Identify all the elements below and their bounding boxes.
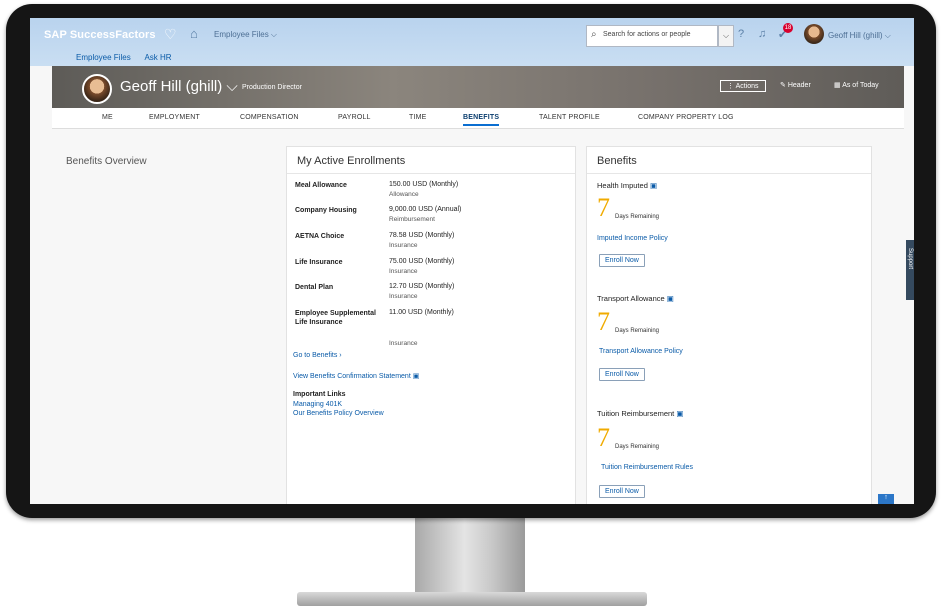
support-label: Support: [907, 248, 913, 270]
tab-employment[interactable]: EMPLOYMENT: [149, 114, 200, 121]
days-count: 7: [597, 193, 610, 222]
tab-compensation[interactable]: COMPENSATION: [240, 114, 299, 121]
enrollment-type: Insurance: [389, 268, 418, 275]
user-avatar[interactable]: [804, 24, 824, 44]
search-input[interactable]: ⌕ Search for actions or people: [586, 25, 718, 47]
document-icon[interactable]: ▣: [676, 409, 683, 418]
tab-benefits[interactable]: BENEFITS: [463, 114, 500, 126]
days-count: 7: [597, 423, 610, 452]
panel-divider: [587, 173, 871, 174]
tab-bar: ME EMPLOYMENT COMPENSATION PAYROLL TIME …: [52, 108, 904, 129]
sub-links: Employee Files Ask HR: [76, 53, 184, 62]
days-remaining-label: Days Remaining: [615, 444, 660, 450]
employee-avatar: [82, 74, 112, 104]
days-remaining-label: Days Remaining: [615, 214, 660, 220]
enroll-now-button[interactable]: Enroll Now: [599, 485, 645, 498]
enrollment-type: Reimbursement: [389, 216, 435, 223]
benefit-name: Transport Allowance ▣: [597, 294, 674, 303]
enrollment-label: Employee Supplemental Life Insurance: [295, 310, 376, 326]
enrollment-type: Insurance: [389, 242, 418, 249]
monitor-stand-base: [297, 592, 647, 606]
shell-bar: SAP SuccessFactors ♡ ⌂ Employee Files ⌵ …: [30, 18, 914, 66]
support-tab[interactable]: Support: [906, 240, 914, 300]
enrollment-label: Life Insurance: [295, 259, 343, 266]
link-managing-401k[interactable]: Managing 401K: [293, 401, 342, 408]
enrollment-value: 75.00 USD (Monthly): [389, 258, 455, 265]
link-employee-files[interactable]: Employee Files: [76, 53, 131, 62]
notification-badge: 18: [783, 23, 793, 33]
enrollment-value: 9,000.00 USD (Annual): [389, 206, 462, 213]
bell-icon[interactable]: ♫: [758, 28, 766, 40]
enrollment-value: 11.00 USD (Monthly): [389, 309, 454, 316]
benefits-panel: Benefits Health Imputed ▣ 7 Days Remaini…: [586, 146, 872, 504]
search-scope-dropdown[interactable]: ⌵: [718, 25, 734, 47]
pencil-icon: ✎: [780, 82, 788, 89]
enrollment-type: Insurance: [389, 293, 418, 300]
employee-title: Production Director: [242, 84, 302, 91]
policy-link[interactable]: Tuition Reimbursement Rules: [601, 464, 693, 471]
header-toggle[interactable]: ✎ Header: [780, 81, 811, 89]
enrollment-value: 150.00 USD (Monthly): [389, 181, 459, 188]
link-benefits-policy[interactable]: Our Benefits Policy Overview: [293, 410, 384, 417]
panel-divider: [287, 173, 575, 174]
monitor: SAP SuccessFactors ♡ ⌂ Employee Files ⌵ …: [6, 4, 936, 518]
document-icon: ▣: [412, 373, 420, 380]
document-icon[interactable]: ▣: [667, 294, 674, 303]
tab-payroll[interactable]: PAYROLL: [338, 114, 371, 121]
heart-icon: ♡: [164, 26, 177, 42]
scroll-top-icon[interactable]: ↑: [878, 494, 894, 504]
calendar-icon: ▦: [834, 82, 843, 89]
benefit-name: Health Imputed ▣: [597, 181, 657, 190]
enrollment-label: Dental Plan: [295, 284, 334, 291]
tab-me[interactable]: ME: [102, 114, 113, 121]
important-links-title: Important Links: [293, 391, 346, 398]
screen: SAP SuccessFactors ♡ ⌂ Employee Files ⌵ …: [30, 18, 914, 504]
actions-button[interactable]: ⋮ Actions: [720, 80, 766, 92]
enrollment-value: 78.58 USD (Monthly): [389, 232, 455, 239]
actions-label: Actions: [735, 83, 759, 90]
benefit-name-label: Tuition Reimbursement: [597, 409, 675, 418]
search-icon: ⌕: [591, 29, 597, 40]
active-enrollments-panel: My Active Enrollments Meal Allowance 150…: [286, 146, 576, 504]
days-remaining-label: Days Remaining: [615, 328, 660, 334]
enrollment-label: AETNA Choice: [295, 233, 345, 240]
policy-link[interactable]: Imputed Income Policy: [597, 235, 668, 242]
enrollment-label: Meal Allowance: [295, 182, 347, 189]
as-of-date[interactable]: ▦ As of Today: [834, 81, 879, 89]
help-icon[interactable]: ?: [738, 28, 744, 40]
benefit-name-label: Transport Allowance: [597, 294, 665, 303]
home-icon[interactable]: ⌂: [190, 26, 198, 41]
go-to-benefits-link[interactable]: Go to Benefits ›: [293, 352, 342, 359]
policy-link[interactable]: Transport Allowance Policy: [599, 348, 683, 355]
enrollment-type: Insurance: [389, 340, 418, 347]
tab-time[interactable]: TIME: [409, 114, 427, 121]
confirmation-statement-link[interactable]: View Benefits Confirmation Statement ▣: [293, 372, 419, 380]
employee-name[interactable]: Geoff Hill (ghill) ⌵: [120, 78, 238, 95]
header-label: Header: [787, 82, 811, 89]
search-placeholder: Search for actions or people: [603, 31, 691, 38]
benefits-title: Benefits: [597, 155, 637, 167]
more-icon: ⋮: [727, 83, 736, 90]
benefit-name-label: Health Imputed: [597, 181, 648, 190]
user-menu[interactable]: Geoff Hill (ghill) ⌵: [828, 31, 891, 41]
enrollments-title: My Active Enrollments: [297, 155, 406, 167]
tab-talent-profile[interactable]: TALENT PROFILE: [539, 114, 600, 121]
brand-logo[interactable]: SAP SuccessFactors: [44, 29, 156, 41]
confirmation-label: View Benefits Confirmation Statement: [293, 373, 411, 380]
module-menu[interactable]: Employee Files ⌵: [214, 30, 277, 40]
enroll-now-button[interactable]: Enroll Now: [599, 254, 645, 267]
enrollment-value: 12.70 USD (Monthly): [389, 283, 455, 290]
enrollment-type: Allowance: [389, 191, 419, 198]
link-ask-hr[interactable]: Ask HR: [144, 53, 171, 62]
benefit-name: Tuition Reimbursement ▣: [597, 409, 683, 418]
as-of-label: As of Today: [842, 82, 879, 89]
document-icon[interactable]: ▣: [650, 181, 657, 190]
employee-header: Geoff Hill (ghill) ⌵ Production Director…: [52, 66, 904, 108]
benefits-overview-title: Benefits Overview: [66, 156, 147, 167]
days-count: 7: [597, 307, 610, 336]
tab-company-property-log[interactable]: COMPANY PROPERTY LOG: [638, 114, 734, 121]
monitor-stand-neck: [415, 518, 525, 598]
enroll-now-button[interactable]: Enroll Now: [599, 368, 645, 381]
enrollment-label: Company Housing: [295, 207, 357, 214]
